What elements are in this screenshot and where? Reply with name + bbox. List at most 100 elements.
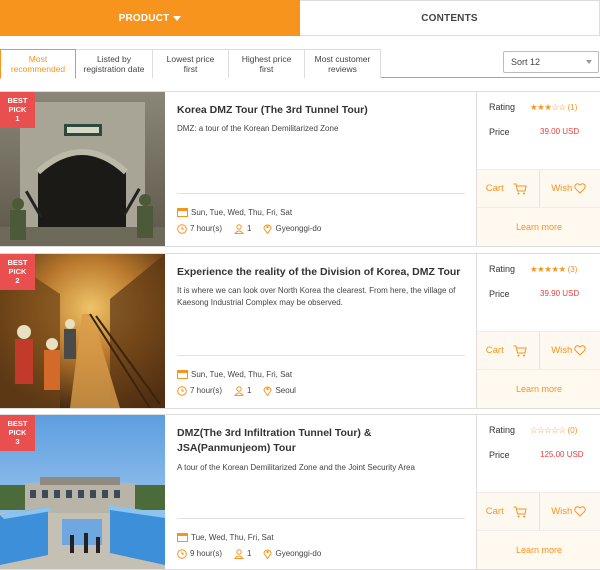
days-text: Tue, Wed, Thu, Fri, Sat: [191, 532, 274, 542]
add-to-wishlist-button[interactable]: Wish: [538, 170, 600, 207]
sort-label: Highest price: [241, 54, 292, 64]
product-title[interactable]: DMZ(The 3rd Infiltration Tunnel Tour) & …: [177, 426, 465, 456]
sort-count-value: Sort 12: [511, 57, 541, 67]
sort-label: recommended: [10, 64, 66, 74]
heart-icon: [574, 183, 586, 194]
sort-label: Most: [28, 54, 48, 64]
sort-label: Lowest price: [166, 54, 215, 64]
learn-more-button[interactable]: Learn more: [477, 207, 600, 246]
location-pin-icon: [263, 548, 272, 559]
tab-product-label: PRODUCT: [118, 12, 170, 24]
review-count: (0): [567, 426, 578, 435]
tab-product[interactable]: PRODUCT: [0, 0, 300, 36]
product-title[interactable]: Experience the reality of the Division o…: [177, 265, 465, 280]
location-text: Gyeonggi-do: [275, 224, 322, 233]
calendar-icon: [177, 369, 188, 379]
add-to-cart-button[interactable]: Cart: [477, 170, 539, 207]
learn-more-button[interactable]: Learn more: [477, 530, 600, 569]
review-count: (3): [567, 265, 578, 274]
add-to-cart-button[interactable]: Cart: [477, 332, 539, 369]
stars-text: ★★★★★: [530, 264, 566, 274]
persons-text: 1: [247, 386, 252, 395]
person-icon: [234, 548, 245, 559]
cart-icon: [513, 183, 527, 195]
available-days: Sun, Tue, Wed, Thu, Fri, Sat: [177, 207, 292, 217]
sort-most-recommended[interactable]: Most recommended: [0, 49, 76, 79]
product-actions: Cart Wish: [477, 492, 600, 530]
product-side-panel: Rating ★★★★★ (3) Price 39.90 USD Cart Wis…: [476, 254, 600, 408]
best-pick-badge: BEST PICK 1: [0, 92, 35, 128]
available-days: Tue, Wed, Thu, Fri, Sat: [177, 532, 274, 542]
stars-text: ☆☆☆☆☆: [530, 425, 566, 435]
product-card: BEST PICK 1 Korea DMZ Tour (The 3rd Tunn…: [0, 91, 600, 247]
product-actions: Cart Wish: [477, 331, 600, 369]
clock-icon: [177, 548, 187, 559]
cart-icon: [513, 345, 527, 357]
product-actions: Cart Wish: [477, 169, 600, 207]
sort-bar: Most recommended Listed by registration da…: [0, 49, 600, 79]
product-card: BEST PICK 3 DMZ(The 3rd Infiltration Tun…: [0, 414, 600, 570]
days-text: Sun, Tue, Wed, Thu, Fri, Sat: [191, 369, 293, 379]
product-price: 39.00 USD: [540, 127, 580, 136]
product-price: 125.00 USD: [540, 450, 584, 459]
sort-registration-date[interactable]: Listed by registration date: [75, 49, 153, 78]
product-image-jsa-panmunjeom[interactable]: BEST PICK 3: [0, 415, 165, 569]
heart-icon: [574, 345, 586, 356]
tab-contents[interactable]: CONTENTS: [300, 0, 600, 36]
badge-rank: 1: [15, 114, 20, 123]
product-side-panel: Rating ★★★☆☆ (1) Price 39.00 USD Cart Wis…: [476, 92, 600, 246]
divider: [177, 518, 465, 519]
best-pick-badge: BEST PICK 3: [0, 415, 35, 451]
price-label: Price: [489, 127, 510, 137]
product-side-panel: Rating ☆☆☆☆☆ (0) Price 125.00 USD Cart Wi…: [476, 415, 600, 569]
add-to-wishlist-button[interactable]: Wish: [538, 332, 600, 369]
best-pick-badge: BEST PICK 2: [0, 254, 35, 290]
sort-label: Most customer: [314, 54, 371, 64]
product-title[interactable]: Korea DMZ Tour (The 3rd Tunnel Tour): [177, 103, 465, 118]
badge-text: PICK: [8, 267, 27, 276]
badge-rank: 2: [15, 276, 20, 285]
days-text: Sun, Tue, Wed, Thu, Fri, Sat: [191, 207, 293, 217]
product-card: BEST PICK 2 Experience the reality of th…: [0, 253, 600, 409]
available-days: Sun, Tue, Wed, Thu, Fri, Sat: [177, 369, 292, 379]
divider: [177, 193, 465, 194]
product-price: 39.90 USD: [540, 289, 580, 298]
wish-label: Wish: [551, 183, 573, 194]
location-text: Seoul: [275, 386, 296, 395]
clock-icon: [177, 223, 187, 234]
product-image-tunnel-interior[interactable]: BEST PICK 2: [0, 254, 165, 408]
learn-more-button[interactable]: Learn more: [477, 369, 600, 408]
badge-text: PICK: [8, 428, 27, 437]
sort-count-select[interactable]: Sort 12: [503, 51, 599, 73]
product-description: A tour of the Korean Demilitarized Zone …: [177, 463, 415, 472]
badge-text: BEST: [7, 419, 28, 428]
duration-text: 7 hour(s): [190, 386, 223, 395]
persons-text: 1: [247, 224, 252, 233]
review-count: (1): [567, 103, 578, 112]
sort-label: first: [259, 64, 274, 74]
badge-text: PICK: [8, 105, 27, 114]
cart-label: Cart: [485, 183, 504, 194]
product-meta: 7 hour(s) 1 Gyeonggi-do: [177, 223, 321, 234]
divider: [177, 355, 465, 356]
location-pin-icon: [263, 385, 272, 396]
sort-label: registration date: [83, 64, 145, 74]
add-to-cart-button[interactable]: Cart: [477, 493, 539, 530]
rating-stars: ☆☆☆☆☆ (0): [530, 425, 577, 436]
sort-lowest-price[interactable]: Lowest price first: [152, 49, 229, 78]
product-image-tunnel-entrance[interactable]: BEST PICK 1: [0, 92, 165, 246]
add-to-wishlist-button[interactable]: Wish: [538, 493, 600, 530]
caret-down-icon: [173, 15, 182, 21]
cart-label: Cart: [485, 345, 504, 356]
clock-icon: [177, 385, 187, 396]
cart-label: Cart: [485, 506, 504, 517]
rating-stars: ★★★★★ (3): [530, 264, 577, 275]
heart-icon: [574, 506, 586, 517]
sort-most-reviews[interactable]: Most customer reviews: [304, 49, 381, 78]
sort-highest-price[interactable]: Highest price first: [228, 49, 305, 78]
badge-text: BEST: [7, 96, 28, 105]
duration-text: 9 hour(s): [190, 549, 223, 558]
tab-contents-label: CONTENTS: [421, 12, 478, 24]
sort-label: Listed by: [96, 54, 131, 64]
sort-label: reviews: [328, 64, 357, 74]
